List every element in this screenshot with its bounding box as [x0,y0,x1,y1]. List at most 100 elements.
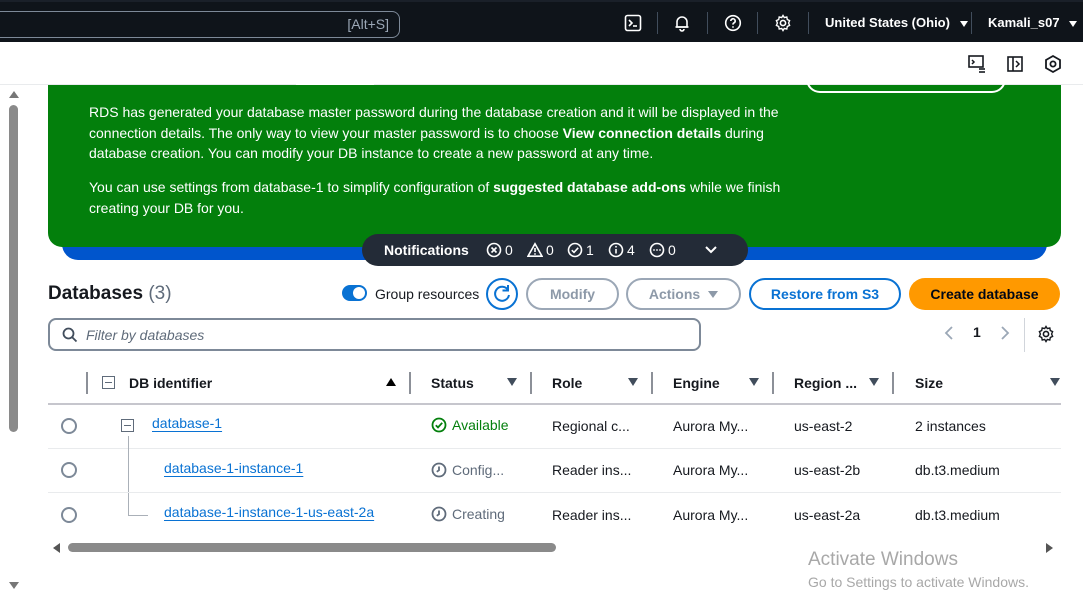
collapse-all-icon[interactable] [102,376,115,389]
tree-line [128,515,148,516]
account-label: Kamali_s07 [988,15,1060,30]
refresh-button[interactable] [486,278,518,310]
filter-input[interactable] [86,325,686,345]
scroll-down-arrow-icon[interactable] [9,582,19,589]
settings-icon[interactable] [773,13,793,33]
size-cell: db.t3.medium [915,462,1000,478]
column-header-engine[interactable]: Engine [673,375,720,391]
role-cell: Reader ins... [552,462,632,478]
scroll-up-arrow-icon[interactable] [9,91,19,98]
flash-message-1: RDS has generated your database master p… [89,104,779,161]
bell-icon[interactable] [672,13,692,33]
top-navigation-bar: [Alt+S] United States (Ohio) Kamali_s07 [0,0,1083,42]
sort-icon[interactable] [628,378,638,386]
tree-line [128,436,129,516]
collapse-row-icon[interactable] [121,419,134,432]
column-header-db-identifier[interactable]: DB identifier [129,375,212,391]
size-cell: 2 instances [915,418,986,434]
column-header-region[interactable]: Region ... [794,375,857,391]
page-scrollbar[interactable] [0,85,26,594]
sort-icon[interactable] [749,378,759,386]
sort-icon[interactable] [507,378,517,386]
success-icon [567,242,583,258]
page-number[interactable]: 1 [973,324,981,340]
divider [757,12,758,34]
view-connection-details-button[interactable] [806,77,1006,93]
scrollbar-thumb[interactable] [9,105,18,432]
column-header-status[interactable]: Status [431,375,474,391]
hexagon-settings-icon[interactable] [1043,54,1063,74]
db-identifier-link[interactable]: database-1-instance-1-us-east-2a [164,504,374,520]
group-resources-label: Group resources [375,286,480,302]
column-divider[interactable] [530,372,532,394]
activation-watermark-subtitle: Go to Settings to activate Windows. [808,574,1029,590]
row-radio[interactable] [61,418,77,434]
table-settings-icon[interactable] [1037,325,1055,346]
side-panel-icon[interactable] [1005,54,1025,74]
notifications-bar[interactable]: Notifications 0 0 1 4 0 [362,234,748,266]
region-selector[interactable]: United States (Ohio) [825,15,968,30]
next-page-icon[interactable] [1000,325,1010,344]
cloudshell-panel-icon[interactable] [967,54,987,74]
divider [657,12,658,34]
role-cell: Regional c... [552,418,630,434]
divider [707,12,708,34]
engine-cell: Aurora My... [673,418,749,434]
engine-cell: Aurora My... [673,507,749,523]
actions-label: Actions [648,286,701,302]
status-creating: Creating [431,506,505,522]
group-resources-toggle[interactable] [342,285,367,301]
column-divider[interactable] [892,372,894,394]
databases-heading: Databases (3) [48,283,172,304]
clock-icon [431,462,447,478]
column-divider[interactable] [651,372,653,394]
previous-page-icon[interactable] [944,325,954,344]
column-divider[interactable] [409,372,411,394]
success-count: 1 [567,242,594,258]
search-input[interactable]: [Alt+S] [0,11,400,38]
row-divider [48,448,1061,449]
check-circle-icon [431,417,447,433]
size-cell: db.t3.medium [915,507,1000,523]
search-shortcut: [Alt+S] [347,16,389,32]
databases-count: (3) [148,283,172,304]
divider [808,12,809,34]
error-icon [486,242,502,258]
chevron-down-icon [959,21,968,27]
column-divider[interactable] [772,372,774,394]
sort-icon[interactable] [1050,378,1060,386]
modify-button[interactable]: Modify [526,278,619,310]
restore-from-s3-button[interactable]: Restore from S3 [749,278,901,310]
divider [971,12,972,34]
notifications-title: Notifications [384,242,469,258]
column-header-size[interactable]: Size [915,375,943,391]
account-menu[interactable]: Kamali_s07 [988,15,1078,30]
actions-button[interactable]: Actions [626,278,741,310]
search-icon [62,327,78,343]
cloudshell-icon[interactable] [623,13,643,33]
column-header-role[interactable]: Role [552,375,582,391]
sort-ascending-icon[interactable] [386,378,396,386]
help-icon[interactable] [723,13,743,33]
scroll-left-arrow-icon[interactable] [53,543,60,553]
sort-icon[interactable] [869,378,879,386]
chevron-down-icon[interactable] [704,244,718,256]
row-radio[interactable] [61,462,77,478]
in-progress-icon [649,242,665,258]
region-cell: us-east-2b [794,462,861,478]
flash-message-2: You can use settings from database-1 to … [89,179,781,216]
status-configuring: Config... [431,462,504,478]
scroll-right-arrow-icon[interactable] [1046,543,1053,553]
role-cell: Reader ins... [552,507,632,523]
create-database-button[interactable]: Create database [909,278,1060,310]
db-identifier-link[interactable]: database-1 [152,415,222,431]
scrollbar-thumb[interactable] [68,543,556,552]
filter-databases[interactable] [48,318,701,351]
row-radio[interactable] [61,507,77,523]
flash-link-underline[interactable] [296,83,374,85]
region-cell: us-east-2 [794,418,853,434]
db-identifier-link[interactable]: database-1-instance-1 [164,460,303,476]
region-label: United States (Ohio) [825,15,950,30]
success-flash-banner: RDS has generated your database master p… [48,77,1061,247]
info-icon [608,242,624,258]
